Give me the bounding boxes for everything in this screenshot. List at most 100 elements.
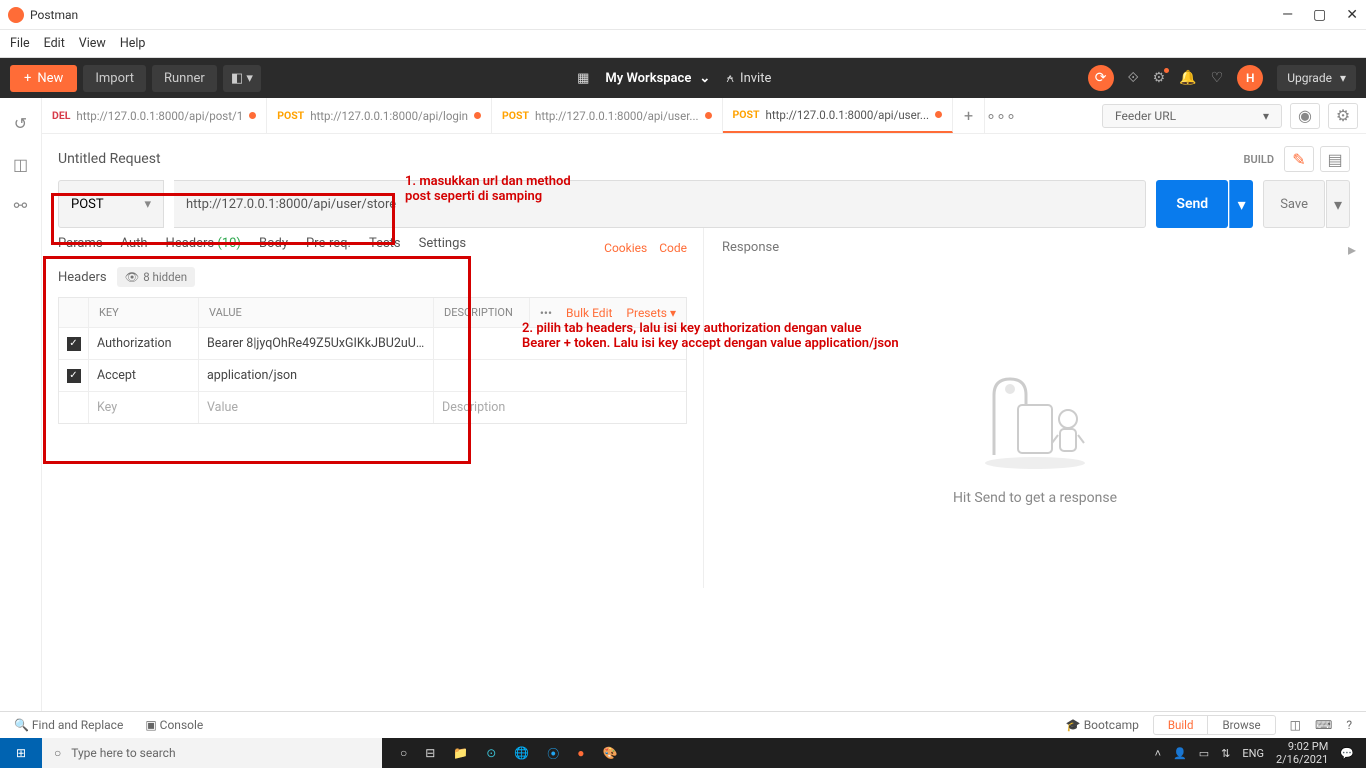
tab-3[interactable]: POST http://127.0.0.1:8000/api/user... bbox=[723, 98, 954, 133]
runner-button[interactable]: Runner bbox=[152, 65, 217, 92]
tray-chevron-icon[interactable]: ˄ bbox=[1155, 747, 1161, 760]
collections-icon[interactable]: ◫ bbox=[13, 155, 28, 174]
header-row-empty[interactable]: Key Value Description bbox=[59, 391, 686, 423]
tab-overflow-button[interactable]: ∘∘∘ bbox=[985, 98, 1017, 133]
caret-down-icon: ▾ bbox=[1263, 109, 1269, 123]
two-pane-icon[interactable]: ◫ bbox=[1290, 718, 1301, 732]
tab-prereq[interactable]: Pre-req. bbox=[306, 236, 351, 259]
people-icon[interactable]: 👤 bbox=[1173, 747, 1187, 760]
more-dots-icon[interactable]: ••• bbox=[540, 306, 552, 320]
language-indicator[interactable]: ENG bbox=[1242, 747, 1264, 760]
tab-settings[interactable]: Settings bbox=[419, 236, 466, 259]
main-toolbar: + New Import Runner ◧ ▾ ▦ My Workspace ⌄… bbox=[0, 58, 1366, 98]
request-header: Untitled Request BUILD ✎ ▤ bbox=[42, 134, 1366, 180]
tab-headers[interactable]: Headers (10) bbox=[166, 236, 241, 259]
open-new-window-button[interactable]: ◧ ▾ bbox=[223, 65, 261, 92]
environment-selector[interactable]: Feeder URL ▾ bbox=[1102, 104, 1282, 128]
import-button[interactable]: Import bbox=[83, 65, 146, 92]
docs-button[interactable]: ▤ bbox=[1320, 146, 1350, 172]
expand-icon[interactable]: ▸ bbox=[1348, 240, 1356, 259]
eye-icon: 👁 bbox=[125, 270, 140, 284]
tab-2[interactable]: POST http://127.0.0.1:8000/api/user... bbox=[492, 98, 723, 133]
notifications-icon[interactable]: 🔔 bbox=[1179, 70, 1196, 86]
code-link[interactable]: Code bbox=[659, 241, 687, 255]
wifi-icon[interactable]: ⇅ bbox=[1221, 747, 1230, 760]
tab-body[interactable]: Body bbox=[259, 236, 288, 259]
edge-icon[interactable]: ⊙ bbox=[486, 746, 496, 760]
apis-icon[interactable]: ⚯ bbox=[14, 196, 27, 215]
taskbar-search[interactable]: ○ Type here to search bbox=[42, 738, 382, 768]
menu-file[interactable]: File bbox=[10, 36, 30, 51]
user-avatar[interactable]: H bbox=[1237, 65, 1263, 91]
response-hint: Hit Send to get a response bbox=[953, 490, 1117, 506]
url-input[interactable]: http://127.0.0.1:8000/api/user/store bbox=[174, 180, 1146, 228]
environment-settings-button[interactable]: ⚙ bbox=[1328, 103, 1358, 129]
save-dropdown-button[interactable]: ▾ bbox=[1326, 180, 1350, 228]
sync-button[interactable]: ⟳ bbox=[1088, 65, 1114, 91]
close-button[interactable]: ✕ bbox=[1346, 7, 1358, 23]
menu-edit[interactable]: Edit bbox=[44, 36, 65, 51]
cookies-link[interactable]: Cookies bbox=[604, 241, 647, 255]
new-button[interactable]: + New bbox=[10, 65, 77, 92]
capture-icon[interactable]: ⟐ bbox=[1128, 70, 1139, 86]
comments-button[interactable]: ✎ bbox=[1284, 146, 1314, 172]
clock[interactable]: 9:02 PM 2/16/2021 bbox=[1276, 740, 1328, 766]
paint-icon[interactable]: 🎨 bbox=[603, 746, 618, 760]
console-button[interactable]: ▣ Console bbox=[145, 718, 203, 732]
tab-params[interactable]: Params bbox=[58, 236, 103, 259]
keyboard-icon[interactable]: ⌨ bbox=[1315, 718, 1332, 732]
task-view-icon[interactable]: ⊟ bbox=[425, 746, 435, 760]
tab-tests[interactable]: Tests bbox=[369, 236, 401, 259]
tab-0[interactable]: DEL http://127.0.0.1:8000/api/post/1 bbox=[42, 98, 267, 133]
invite-button[interactable]: ⍲ Invite bbox=[726, 71, 771, 86]
tab-1[interactable]: POST http://127.0.0.1:8000/api/login bbox=[267, 98, 492, 133]
request-tabs-row: DEL http://127.0.0.1:8000/api/post/1 POS… bbox=[42, 98, 1366, 134]
save-button[interactable]: Save bbox=[1263, 180, 1325, 228]
menu-view[interactable]: View bbox=[79, 36, 106, 51]
response-illustration-icon bbox=[980, 375, 1090, 470]
caret-down-icon: ▾ bbox=[1340, 71, 1346, 85]
help-icon[interactable]: ? bbox=[1346, 718, 1352, 732]
col-key: KEY bbox=[89, 298, 199, 327]
menu-help[interactable]: Help bbox=[120, 36, 146, 51]
battery-icon[interactable]: ▭ bbox=[1199, 747, 1209, 760]
status-bar: 🔍 Find and Replace ▣ Console 🎓 Bootcamp … bbox=[0, 711, 1366, 738]
search-icon: ○ bbox=[54, 746, 61, 760]
header-row-1[interactable]: ✓ Accept application/json bbox=[59, 359, 686, 391]
send-button[interactable]: Send bbox=[1156, 180, 1228, 228]
upgrade-button[interactable]: Upgrade ▾ bbox=[1277, 65, 1356, 91]
minimize-button[interactable]: — bbox=[1282, 7, 1293, 23]
presets-dropdown[interactable]: Presets ▾ bbox=[626, 306, 676, 320]
bulk-edit-link[interactable]: Bulk Edit bbox=[566, 306, 612, 320]
vscode-icon[interactable]: ⦿ bbox=[547, 745, 559, 762]
tab-auth[interactable]: Auth bbox=[121, 236, 148, 259]
col-value: VALUE bbox=[199, 298, 434, 327]
find-replace-button[interactable]: 🔍 Find and Replace bbox=[14, 718, 123, 732]
view-mode-toggle[interactable]: Build Browse bbox=[1153, 715, 1276, 735]
unsaved-dot-icon bbox=[935, 111, 942, 118]
send-dropdown-button[interactable]: ▾ bbox=[1229, 180, 1253, 228]
maximize-button[interactable]: ▢ bbox=[1313, 7, 1326, 23]
chrome-icon[interactable]: 🌐 bbox=[514, 746, 529, 760]
checkbox-checked-icon[interactable]: ✓ bbox=[67, 337, 81, 351]
grid-icon[interactable]: ▦ bbox=[577, 71, 589, 86]
request-title[interactable]: Untitled Request bbox=[58, 151, 161, 167]
workspace-selector[interactable]: My Workspace ⌄ bbox=[605, 71, 710, 86]
postman-taskbar-icon[interactable]: ● bbox=[577, 746, 584, 760]
notifications-tray-icon[interactable]: 💬 bbox=[1340, 747, 1354, 760]
history-icon[interactable]: ↺ bbox=[14, 114, 27, 133]
environment-preview-button[interactable]: ◉ bbox=[1290, 103, 1320, 129]
chevron-down-icon: ⌄ bbox=[699, 71, 710, 86]
method-selector[interactable]: POST ▾ bbox=[58, 180, 164, 228]
person-add-icon: ⍲ bbox=[726, 71, 734, 86]
heart-icon[interactable]: ♡ bbox=[1211, 70, 1224, 86]
cortana-icon[interactable]: ○ bbox=[400, 746, 407, 760]
settings-gear-icon[interactable]: ⚙ bbox=[1153, 70, 1166, 86]
add-tab-button[interactable]: + bbox=[953, 98, 985, 133]
file-explorer-icon[interactable]: 📁 bbox=[453, 746, 468, 760]
bootcamp-button[interactable]: 🎓 Bootcamp bbox=[1066, 718, 1139, 732]
menu-bar: File Edit View Help bbox=[0, 30, 1366, 58]
hidden-headers-toggle[interactable]: 👁 8 hidden bbox=[117, 267, 195, 287]
checkbox-checked-icon[interactable]: ✓ bbox=[67, 369, 81, 383]
start-button[interactable]: ⊞ bbox=[0, 738, 42, 768]
